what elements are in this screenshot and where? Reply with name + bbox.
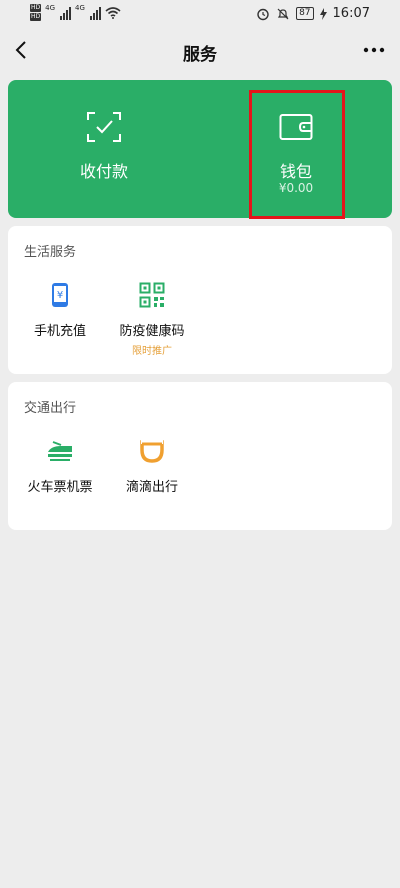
hd-badge-2: HD: [30, 13, 42, 21]
mute-icon: [277, 8, 289, 19]
hd-badge-1: HD: [30, 4, 42, 12]
service-health-code[interactable]: 防疫健康码 限时推广: [106, 282, 198, 362]
pay-receive-button[interactable]: 收付款: [8, 80, 200, 218]
svg-text:¥: ¥: [57, 290, 63, 301]
pay-receive-label: 收付款: [79, 162, 128, 181]
wallet-highlight-box: [249, 90, 345, 219]
network-type-left: 4G: [45, 4, 56, 12]
hd-badges: HD HD: [30, 4, 42, 21]
phone-recharge-icon: ¥: [52, 283, 68, 307]
signal-icon: [60, 6, 72, 20]
didi-icon: [140, 440, 164, 463]
clock: 16:07: [332, 6, 370, 21]
alarm-icon: [257, 8, 269, 20]
more-options-icon[interactable]: [362, 38, 386, 62]
train-icon: [48, 441, 72, 461]
charging-icon: [319, 7, 327, 20]
status-left: HD HD 4G 4G: [30, 4, 121, 21]
service-phone-recharge[interactable]: ¥ 手机充值: [14, 282, 106, 362]
page-title: 服务: [183, 45, 217, 65]
wifi-icon: [105, 6, 121, 19]
battery-indicator: 87: [296, 7, 314, 20]
signal-icon-2: [89, 6, 101, 20]
service-train-flight[interactable]: 火车票机票: [14, 438, 106, 518]
status-right: 87 16:07: [256, 6, 370, 21]
network-type-right: 4G: [75, 4, 85, 12]
scan-pay-icon: [87, 112, 121, 142]
service-label: 防疫健康码: [119, 324, 185, 339]
travel-section: 交通出行 火车票机票 滴滴出行: [8, 382, 392, 530]
service-didi[interactable]: 滴滴出行: [106, 438, 198, 518]
nav-bar: 服务: [0, 30, 400, 74]
promo-tag: 限时推广: [132, 346, 172, 357]
service-label: 手机充值: [33, 324, 86, 339]
service-label: 滴滴出行: [125, 480, 178, 495]
life-services-section: 生活服务 ¥ 手机充值 防疫健康码 限时推广: [8, 226, 392, 374]
service-label: 火车票机票: [27, 480, 93, 495]
section-title: 交通出行: [24, 401, 77, 416]
section-title: 生活服务: [24, 245, 77, 260]
qr-code-icon: [139, 282, 165, 308]
status-bar: HD HD 4G 4G 87 16:07: [0, 0, 400, 30]
